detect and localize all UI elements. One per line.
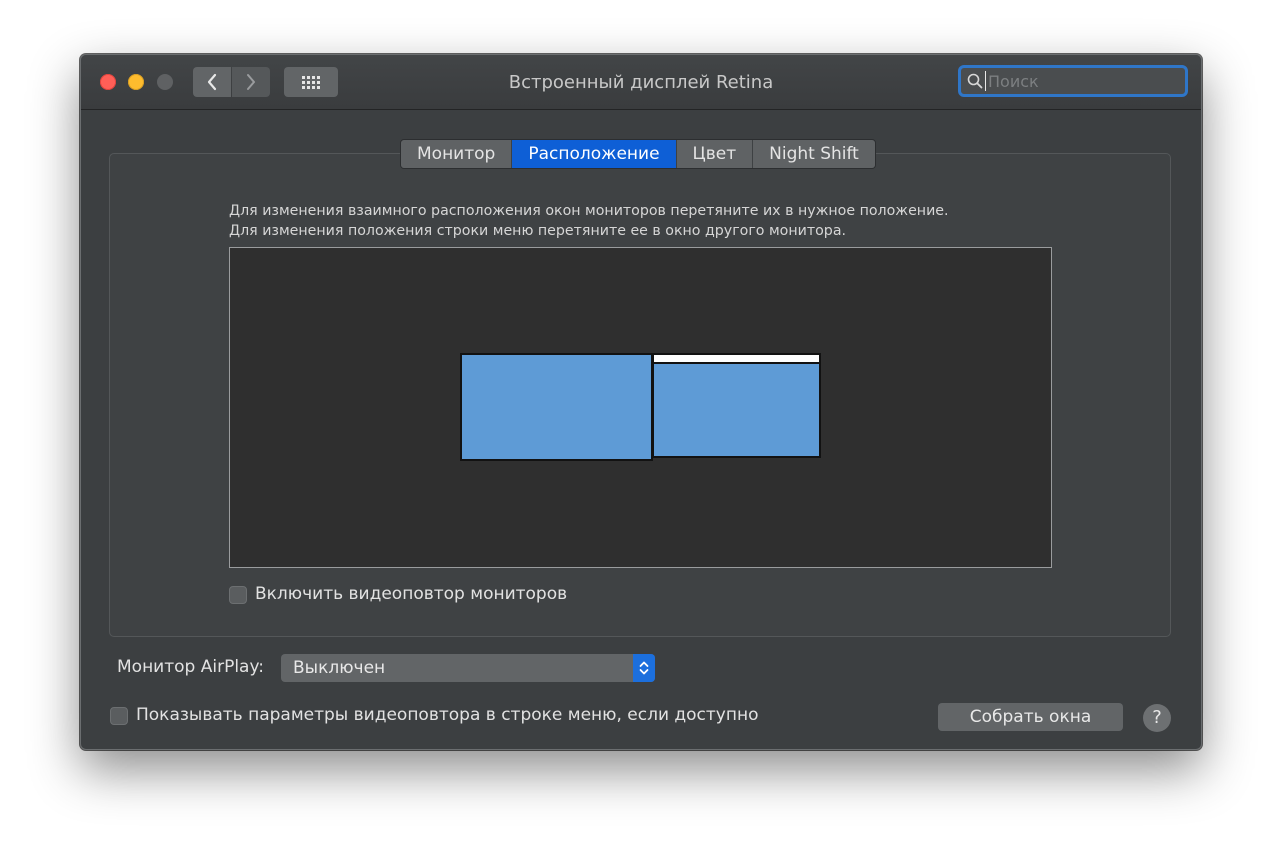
back-button[interactable] <box>193 67 231 97</box>
chevron-left-icon <box>207 73 217 91</box>
gather-windows-button[interactable]: Собрать окна <box>938 703 1123 731</box>
minimize-button[interactable] <box>128 74 144 90</box>
show-mirroring-label: Показывать параметры видеоповтора в стро… <box>136 705 759 725</box>
grid-icon <box>302 75 320 89</box>
tab-color[interactable]: Цвет <box>676 140 754 168</box>
search-icon <box>967 73 983 89</box>
search-input[interactable] <box>985 71 1170 91</box>
show-mirroring-checkbox[interactable] <box>110 707 128 725</box>
updown-arrows-icon <box>633 654 655 682</box>
arrangement-hint: Для изменения взаимного расположения око… <box>229 201 949 241</box>
tab-monitor[interactable]: Монитор <box>401 140 513 168</box>
display-primary[interactable] <box>460 353 653 461</box>
tab-night-shift[interactable]: Night Shift <box>753 140 875 168</box>
airplay-select[interactable]: Выключен <box>281 654 655 682</box>
display-arrangement-area <box>229 247 1052 568</box>
tab-arrangement[interactable]: Расположение <box>512 140 677 168</box>
menu-bar-indicator[interactable] <box>654 355 819 364</box>
mirror-displays-label: Включить видеоповтор мониторов <box>255 584 568 604</box>
search-field[interactable] <box>958 65 1188 97</box>
display-secondary[interactable] <box>652 353 821 458</box>
hint-line-2: Для изменения положения строки меню пере… <box>229 223 847 239</box>
airplay-label: Монитор AirPlay: <box>117 657 265 677</box>
preferences-window: Встроенный дисплей Retina Монитор Распол… <box>80 54 1202 750</box>
help-button[interactable]: ? <box>1143 704 1171 732</box>
hint-line-1: Для изменения взаимного расположения око… <box>229 203 949 219</box>
mirror-displays-checkbox[interactable] <box>229 586 247 604</box>
title-bar: Встроенный дисплей Retina <box>81 55 1201 110</box>
airplay-selected-value: Выключен <box>293 658 386 678</box>
show-all-button[interactable] <box>284 67 338 97</box>
zoom-button[interactable] <box>157 74 173 90</box>
chevron-right-icon <box>247 74 255 90</box>
close-button[interactable] <box>100 74 116 90</box>
forward-button[interactable] <box>232 67 270 97</box>
tab-bar: Монитор Расположение Цвет Night Shift <box>400 139 876 169</box>
